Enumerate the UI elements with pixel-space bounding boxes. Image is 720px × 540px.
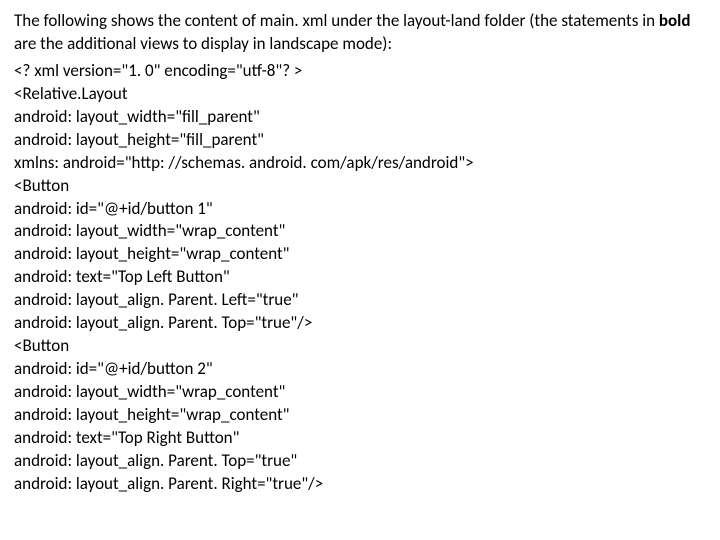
- document-page: The following shows the content of main.…: [0, 0, 720, 496]
- code-line: android: text="Top Left Button": [14, 266, 706, 289]
- code-line: <? xml version="1. 0" encoding="utf-8"? …: [14, 60, 706, 83]
- code-line: android: layout_width="wrap_content": [14, 220, 706, 243]
- intro-text-2: are the additional views to display in l…: [14, 33, 392, 54]
- intro-bold: bold: [659, 10, 691, 31]
- code-line: android: layout_width="wrap_content": [14, 381, 706, 404]
- code-line: android: layout_height="wrap_content": [14, 404, 706, 427]
- code-line: android: layout_align. Parent. Top="true…: [14, 312, 706, 335]
- code-line: android: layout_align. Parent. Top="true…: [14, 450, 706, 473]
- code-line: android: layout_align. Parent. Right="tr…: [14, 473, 706, 496]
- code-line: android: layout_align. Parent. Left="tru…: [14, 289, 706, 312]
- code-line: android: text="Top Right Button": [14, 427, 706, 450]
- code-line: xmlns: android="http: //schemas. android…: [14, 152, 706, 175]
- intro-paragraph: The following shows the content of main.…: [14, 10, 706, 56]
- code-line: android: layout_height="fill_parent": [14, 129, 706, 152]
- code-line: <Button: [14, 175, 706, 198]
- code-block: <? xml version="1. 0" encoding="utf-8"? …: [14, 60, 706, 496]
- code-line: android: layout_width="fill_parent": [14, 106, 706, 129]
- code-line: android: id="@+id/button 2": [14, 358, 706, 381]
- code-line: <Relative.Layout: [14, 83, 706, 106]
- code-line: <Button: [14, 335, 706, 358]
- code-line: android: id="@+id/button 1": [14, 198, 706, 221]
- code-line: android: layout_height="wrap_content": [14, 243, 706, 266]
- intro-text-1: The following shows the content of main.…: [14, 10, 659, 31]
